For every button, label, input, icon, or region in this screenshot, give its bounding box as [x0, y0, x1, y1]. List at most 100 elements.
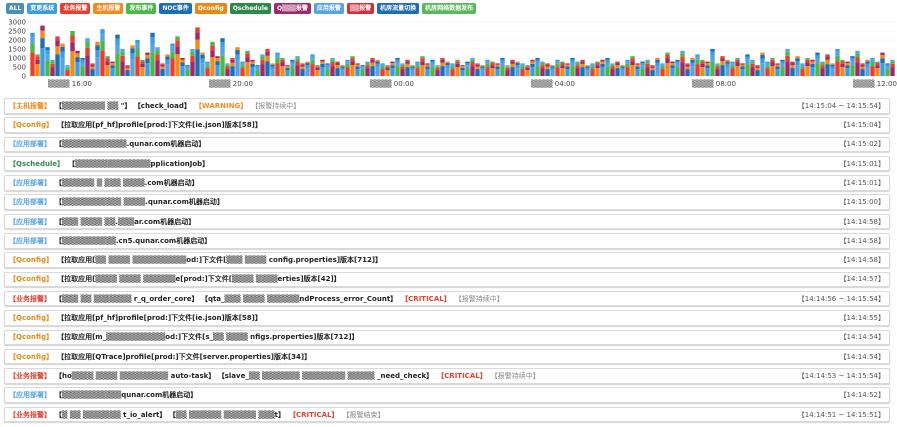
- chart-bar-segment[interactable]: [575, 68, 580, 76]
- chart-bar-segment[interactable]: [400, 69, 405, 76]
- chart-bar-segment[interactable]: [440, 62, 445, 67]
- chart-bar-segment[interactable]: [75, 57, 80, 63]
- chart-bar-segment[interactable]: [760, 52, 765, 55]
- chart-bar-segment[interactable]: [210, 50, 215, 58]
- chart-bar-segment[interactable]: [885, 69, 890, 76]
- chart-bar-segment[interactable]: [225, 63, 230, 65]
- chart-bar-segment[interactable]: [70, 31, 75, 36]
- chart-bar-segment[interactable]: [240, 68, 245, 76]
- chart-bar-segment[interactable]: [530, 63, 535, 68]
- chart-bar-segment[interactable]: [860, 63, 865, 65]
- chart-bar-segment[interactable]: [200, 58, 205, 64]
- chart-bar-segment[interactable]: [505, 70, 510, 76]
- chart-bar-segment[interactable]: [850, 65, 855, 76]
- chart-bar-segment[interactable]: [705, 63, 710, 66]
- chart-bar-segment[interactable]: [755, 65, 760, 67]
- chart-bar-segment[interactable]: [570, 62, 575, 67]
- chart-bar-segment[interactable]: [450, 66, 455, 70]
- chart-bar-segment[interactable]: [720, 65, 725, 76]
- chart-bar-segment[interactable]: [135, 40, 140, 44]
- chart-bar-segment[interactable]: [425, 64, 430, 67]
- chart-bar-segment[interactable]: [880, 54, 885, 59]
- chart-bar-segment[interactable]: [410, 66, 415, 68]
- chart-bar-segment[interactable]: [520, 64, 525, 67]
- chart-bar-segment[interactable]: [140, 61, 145, 64]
- chart-bar-segment[interactable]: [225, 64, 230, 67]
- chart-bar-segment[interactable]: [655, 62, 660, 67]
- chart-bar-segment[interactable]: [750, 63, 755, 68]
- chart-bar-segment[interactable]: [470, 58, 475, 60]
- chart-bar-segment[interactable]: [240, 65, 245, 69]
- chart-bar-segment[interactable]: [150, 32, 155, 38]
- chart-bar-segment[interactable]: [510, 63, 515, 68]
- chart-bar-segment[interactable]: [695, 64, 700, 76]
- chart-bar-segment[interactable]: [815, 54, 820, 59]
- chart-bar-segment[interactable]: [485, 67, 490, 76]
- chart-bar-segment[interactable]: [680, 57, 685, 63]
- chart-bar-segment[interactable]: [320, 59, 325, 62]
- chart-bar-segment[interactable]: [260, 56, 265, 60]
- chart-bar-segment[interactable]: [785, 51, 790, 56]
- chart-bar-segment[interactable]: [855, 62, 860, 76]
- chart-bar-segment[interactable]: [110, 65, 115, 69]
- chart-bar-segment[interactable]: [730, 65, 735, 69]
- chart-bar-segment[interactable]: [195, 49, 200, 76]
- chart-bar-segment[interactable]: [615, 65, 620, 69]
- filter-tag-6[interactable]: Qconfig: [194, 3, 227, 14]
- chart-bar-segment[interactable]: [300, 63, 305, 65]
- chart-bar-segment[interactable]: [310, 54, 315, 57]
- chart-bar-segment[interactable]: [350, 65, 355, 76]
- event-row[interactable]: 【Qconfig】 【拉取应用[▒▒ ▒▒▒▒ ▒▒▒▒▒▒▒▒▒▒od:]下文件…: [4, 252, 890, 268]
- chart-bar-segment[interactable]: [565, 66, 570, 70]
- chart-bar-segment[interactable]: [315, 65, 320, 67]
- chart-bar-segment[interactable]: [160, 66, 165, 70]
- chart-bar-segment[interactable]: [295, 56, 300, 59]
- chart-bar-segment[interactable]: [520, 66, 525, 70]
- chart-bar-segment[interactable]: [505, 66, 510, 68]
- chart-bar-segment[interactable]: [690, 59, 695, 63]
- chart-bar-segment[interactable]: [90, 69, 95, 76]
- chart-bar-segment[interactable]: [635, 63, 640, 65]
- chart-bar-segment[interactable]: [875, 68, 880, 76]
- chart-bar-segment[interactable]: [825, 59, 830, 65]
- chart-bar-segment[interactable]: [760, 54, 765, 59]
- chart-bar-segment[interactable]: [635, 66, 640, 70]
- chart-bar-segment[interactable]: [770, 59, 775, 63]
- chart-bar-segment[interactable]: [620, 70, 625, 76]
- chart-bar-segment[interactable]: [65, 65, 70, 67]
- chart-bar-segment[interactable]: [525, 65, 530, 67]
- chart-bar-segment[interactable]: [275, 63, 280, 76]
- chart-bar-segment[interactable]: [605, 62, 610, 67]
- chart-bar-segment[interactable]: [455, 67, 460, 76]
- chart-bar-segment[interactable]: [390, 65, 395, 69]
- chart-bar-segment[interactable]: [720, 58, 725, 62]
- chart-bar-segment[interactable]: [215, 65, 220, 76]
- chart-bar-segment[interactable]: [470, 59, 475, 63]
- chart-bar-segment[interactable]: [700, 61, 705, 64]
- chart-bar-segment[interactable]: [130, 53, 135, 60]
- chart-bar-segment[interactable]: [875, 61, 880, 64]
- chart-bar-segment[interactable]: [645, 67, 650, 76]
- chart-bar-segment[interactable]: [125, 66, 130, 68]
- chart-bar-segment[interactable]: [40, 25, 45, 31]
- chart-bar-segment[interactable]: [655, 58, 660, 60]
- chart-bar-segment[interactable]: [90, 63, 95, 65]
- chart-bar-segment[interactable]: [845, 63, 850, 66]
- chart-bar-segment[interactable]: [885, 63, 890, 65]
- chart-bar-segment[interactable]: [190, 55, 195, 62]
- chart-bar-segment[interactable]: [205, 65, 210, 69]
- chart-bar-segment[interactable]: [630, 58, 635, 62]
- chart-bar-segment[interactable]: [325, 66, 330, 70]
- chart-bar-segment[interactable]: [825, 56, 830, 60]
- chart-bar-segment[interactable]: [460, 65, 465, 67]
- chart-bar-segment[interactable]: [310, 56, 315, 60]
- chart-bar-segment[interactable]: [620, 67, 625, 71]
- chart-bar-segment[interactable]: [460, 66, 465, 68]
- chart-bar-segment[interactable]: [60, 58, 65, 76]
- chart-bar-segment[interactable]: [110, 68, 115, 76]
- chart-bar-segment[interactable]: [145, 63, 150, 76]
- chart-bar-segment[interactable]: [415, 65, 420, 69]
- chart-bar-segment[interactable]: [380, 64, 385, 67]
- chart-bar-segment[interactable]: [865, 63, 870, 68]
- chart-bar-segment[interactable]: [420, 58, 425, 62]
